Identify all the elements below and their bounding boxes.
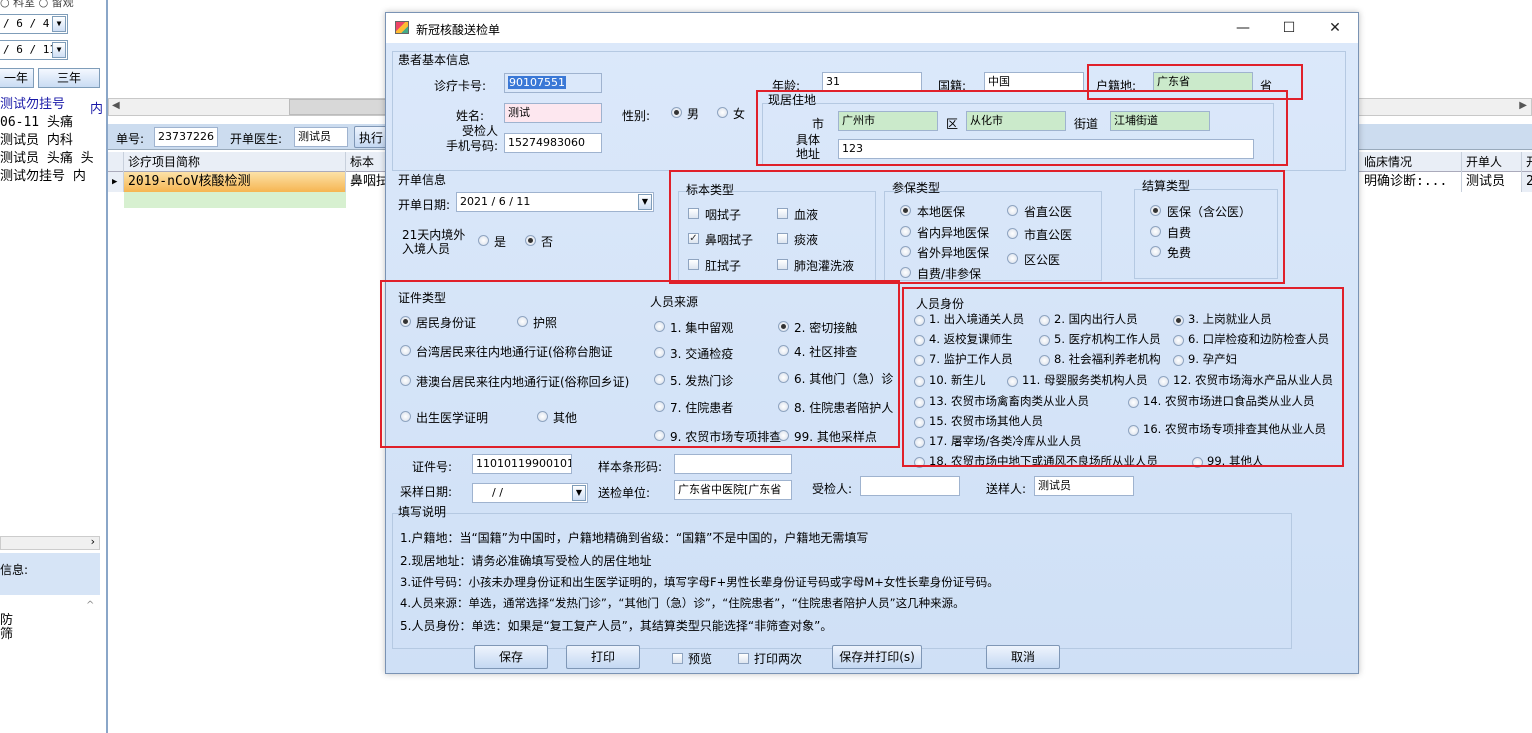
nucleic-acid-dialog: 新冠核酸送检单 — ☐ ✕ 患者基本信息 诊疗卡号: 90107551 姓名: … xyxy=(380,12,1359,674)
grid-cell[interactable]: 2 xyxy=(1522,172,1532,192)
maximize-icon[interactable]: ☐ xyxy=(1266,13,1312,43)
barcode-field[interactable] xyxy=(674,454,792,474)
list-item[interactable]: 测试员 头痛 头 xyxy=(0,150,106,168)
col-header[interactable]: 开单人 xyxy=(1462,152,1522,172)
chevron-down-icon[interactable]: ▼ xyxy=(638,194,652,210)
col-header[interactable]: 诊疗项目简称 xyxy=(124,152,346,172)
print-button[interactable]: 打印 xyxy=(566,645,640,669)
phone-field[interactable]: 15274983060 xyxy=(504,133,602,153)
preview-label[interactable]: 预览 xyxy=(688,650,712,667)
info-section: 信息: xyxy=(0,553,100,595)
preview-checkbox[interactable] xyxy=(672,653,683,664)
dialog-body: 患者基本信息 诊疗卡号: 90107551 姓名: 测试 性别: 男 女 受检人… xyxy=(380,43,1358,673)
left-radio-partial[interactable]: ○ 科室 ○ 留观 xyxy=(0,0,74,10)
chevron-down-icon[interactable]: ▼ xyxy=(52,16,66,32)
minimize-icon[interactable]: — xyxy=(1220,13,1266,43)
grid-corner xyxy=(108,152,124,172)
instruction-line: 4.人员来源：单选，通常选择“发热门诊”，“其他门（急）诊”，“住院患者”，“住… xyxy=(400,596,965,610)
list-item[interactable]: 测试勿挂号 内 xyxy=(0,168,106,186)
section-title: 填写说明 xyxy=(398,505,447,519)
app-icon xyxy=(395,21,409,34)
nation-field[interactable]: 中国 xyxy=(984,72,1084,92)
highlight-box xyxy=(756,90,1288,166)
title-bar: 新冠核酸送检单 — ☐ ✕ xyxy=(386,13,1358,43)
section-title: 开单信息 xyxy=(398,173,447,187)
tab-partial[interactable]: 内 xyxy=(90,98,103,117)
sample-date-field[interactable]: / / ▼ xyxy=(472,483,588,503)
section-title: 患者基本信息 xyxy=(398,53,471,67)
chevron-down-icon[interactable]: ▼ xyxy=(572,485,586,501)
instruction-line: 1.户籍地：当“国籍”为中国时，户籍地精确到省级：“国籍”不是中国的，户籍地无需… xyxy=(400,531,869,545)
order-date-label: 开单日期: xyxy=(398,198,451,212)
order-no-field[interactable]: 23737226 xyxy=(154,127,218,147)
abroad-no-radio[interactable] xyxy=(525,235,536,246)
close-icon[interactable]: ✕ xyxy=(1312,13,1358,43)
col-header[interactable]: 开 xyxy=(1522,152,1532,172)
doctor-field[interactable]: 测试员 xyxy=(294,127,348,147)
female-label[interactable]: 女 xyxy=(733,105,745,122)
grid-empty-row[interactable] xyxy=(124,192,346,208)
left-hscrollbar[interactable]: › xyxy=(0,535,100,550)
chevron-right-icon[interactable]: › xyxy=(91,535,95,548)
instruction-line: 2.现居地址：请务必准确填写受检人的居住地址 xyxy=(400,554,652,568)
grid-cell[interactable]: 2019-nCoV核酸检测 xyxy=(124,172,346,192)
order-no-label: 单号: xyxy=(116,132,145,146)
chevron-down-icon[interactable]: ▼ xyxy=(52,42,66,58)
card-no-field[interactable]: 90107551 xyxy=(504,73,602,93)
dialog-title: 新冠核酸送检单 xyxy=(416,23,501,37)
age-field[interactable]: 31 xyxy=(822,72,922,92)
abroad-yes-label[interactable]: 是 xyxy=(494,233,506,250)
one-year-button[interactable]: 一年 xyxy=(0,68,34,88)
date-from-field[interactable]: / 6 / 4 ▼ xyxy=(0,14,68,34)
highlight-box xyxy=(380,280,900,448)
grid-cell[interactable]: 鼻咽拭 xyxy=(346,172,386,192)
col-header[interactable]: 临床情况 xyxy=(1360,152,1462,172)
list-item[interactable]: 测试员 内科 xyxy=(0,132,106,150)
scroll-up-icon[interactable]: ^ xyxy=(86,600,94,611)
name-field[interactable]: 测试 xyxy=(504,103,602,123)
three-year-button[interactable]: 三年 xyxy=(38,68,100,88)
gender-label: 性别: xyxy=(622,109,651,123)
left-partial-text: 防筛 xyxy=(0,613,14,642)
male-radio[interactable] xyxy=(671,107,682,118)
female-radio[interactable] xyxy=(717,107,728,118)
save-button[interactable]: 保存 xyxy=(474,645,548,669)
barcode-label: 样本条形码: xyxy=(598,460,663,474)
scroll-left-icon[interactable]: ◀ xyxy=(112,100,120,111)
print-twice-label[interactable]: 打印两次 xyxy=(754,650,802,667)
row-pointer-icon: ▶ xyxy=(108,172,124,192)
print-twice-checkbox[interactable] xyxy=(738,653,749,664)
cancel-button[interactable]: 取消 xyxy=(986,645,1060,669)
col-header[interactable]: 标本 xyxy=(346,152,386,172)
highlight-box xyxy=(669,170,1285,284)
order-date-field[interactable]: 2021 / 6 / 11 ▼ xyxy=(456,192,654,212)
receiver-label: 受检人: xyxy=(812,482,853,496)
grid-cell[interactable]: 测试员 xyxy=(1462,172,1522,192)
male-label[interactable]: 男 xyxy=(687,105,699,122)
date-to-field[interactable]: / 6 / 11 ▼ xyxy=(0,40,68,60)
sender-label: 送样人: xyxy=(986,482,1027,496)
sample-date-label: 采样日期: xyxy=(400,485,453,499)
grid-cell[interactable]: 明确诊断:... xyxy=(1360,172,1462,192)
abroad-no-label[interactable]: 否 xyxy=(541,233,553,250)
scroll-right-icon[interactable]: ▶ xyxy=(1519,100,1527,111)
phone-label: 受检人 手机号码: xyxy=(445,124,498,153)
receiver-field[interactable] xyxy=(860,476,960,496)
abroad-yes-radio[interactable] xyxy=(478,235,489,246)
execute-button[interactable]: 执行 xyxy=(354,126,388,148)
id-no-field[interactable]: 11010119900101978 xyxy=(472,454,572,474)
save-and-print-button[interactable]: 保存并打印(s) xyxy=(832,645,922,669)
doctor-label: 开单医生: xyxy=(230,132,283,146)
name-label: 姓名: xyxy=(456,109,485,123)
instruction-line: 5.人员身份：单选：如果是“复工复产人员”，其结算类型只能选择“非筛查对象”。 xyxy=(400,619,833,633)
highlight-box xyxy=(902,287,1344,467)
instruction-line: 3.证件号码：小孩未办理身份证和出生医学证明的，填写字母F+男性长辈身份证号码或… xyxy=(400,575,999,589)
unit-label: 送检单位: xyxy=(598,486,651,500)
unit-field[interactable]: 广东省中医院[广东省 xyxy=(674,480,792,500)
sender-field[interactable]: 测试员 xyxy=(1034,476,1134,496)
card-no-label: 诊疗卡号: xyxy=(434,79,487,93)
id-no-label: 证件号: xyxy=(412,460,453,474)
abroad-label: 21天内境外 入境人员 xyxy=(402,228,466,256)
